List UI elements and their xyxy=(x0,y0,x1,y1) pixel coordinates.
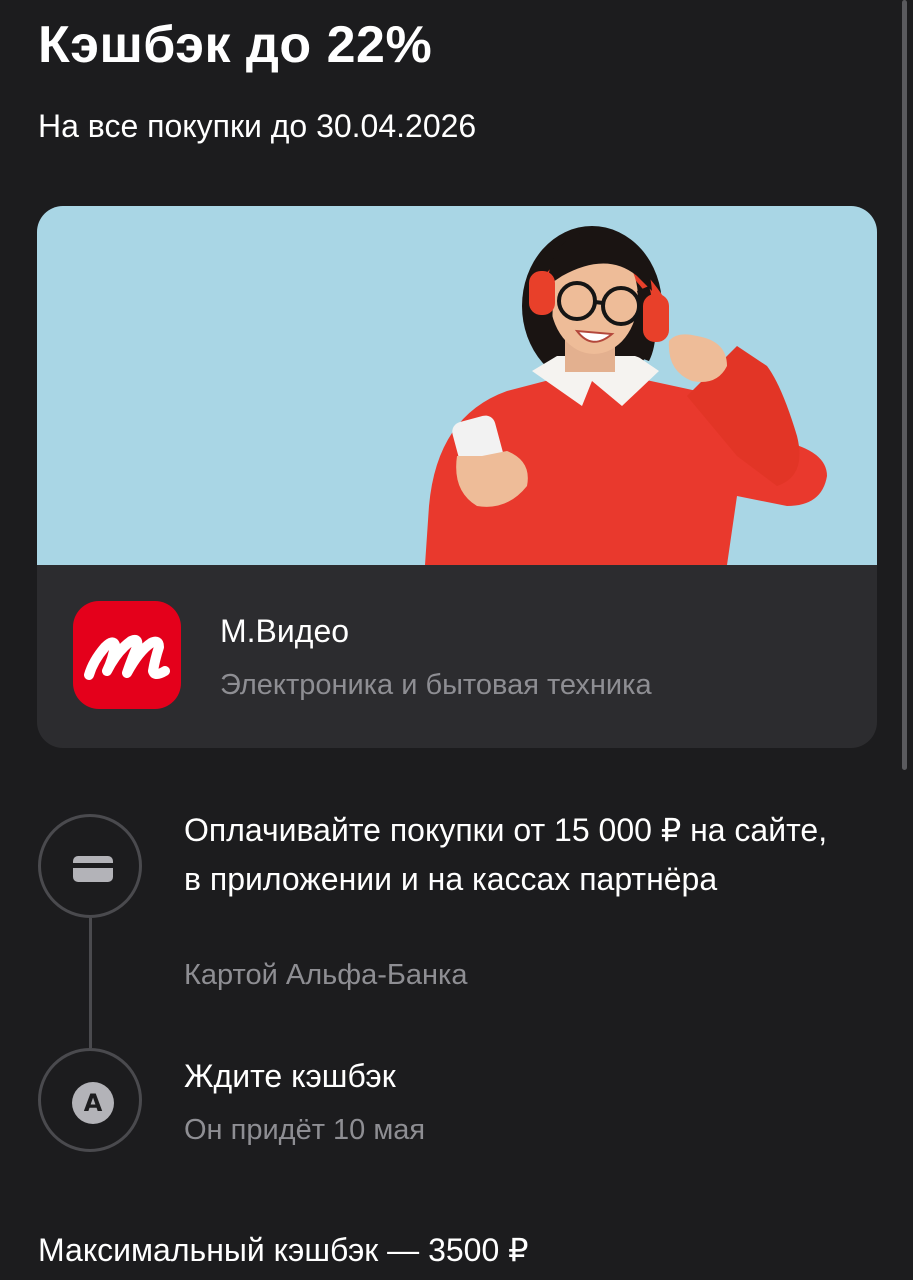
promo-photo xyxy=(37,206,877,565)
partner-promo-card[interactable]: М.Видео Электроника и бытовая техника xyxy=(37,206,877,748)
step-1-circle xyxy=(38,814,142,918)
step-1-note: Картой Альфа-Банка xyxy=(184,959,468,991)
step-1-title: Оплачивайте покупки от 15 000 ₽ на сайте… xyxy=(184,812,828,897)
partner-row[interactable]: М.Видео Электроника и бытовая техника xyxy=(37,565,877,748)
page-subtitle: На все покупки до 30.04.2026 xyxy=(38,108,477,144)
step-2-note: Он придёт 10 мая xyxy=(184,1114,426,1146)
step-2-circle: A xyxy=(38,1048,142,1152)
mvideo-logo-icon xyxy=(73,601,181,709)
max-cashback-text: Максимальный кэшбэк — 3500 ₽ xyxy=(38,1232,529,1268)
alfa-bank-icon: A xyxy=(72,1082,114,1124)
steps-connector-line xyxy=(89,918,92,1048)
step-2-title: Ждите кэшбэк xyxy=(184,1058,396,1094)
credit-card-icon xyxy=(73,856,113,882)
scrollbar[interactable] xyxy=(902,0,907,770)
partner-name: М.Видео xyxy=(220,613,350,649)
page-title: Кэшбэк до 22% xyxy=(38,16,433,74)
partner-category: Электроника и бытовая техника xyxy=(220,669,652,701)
